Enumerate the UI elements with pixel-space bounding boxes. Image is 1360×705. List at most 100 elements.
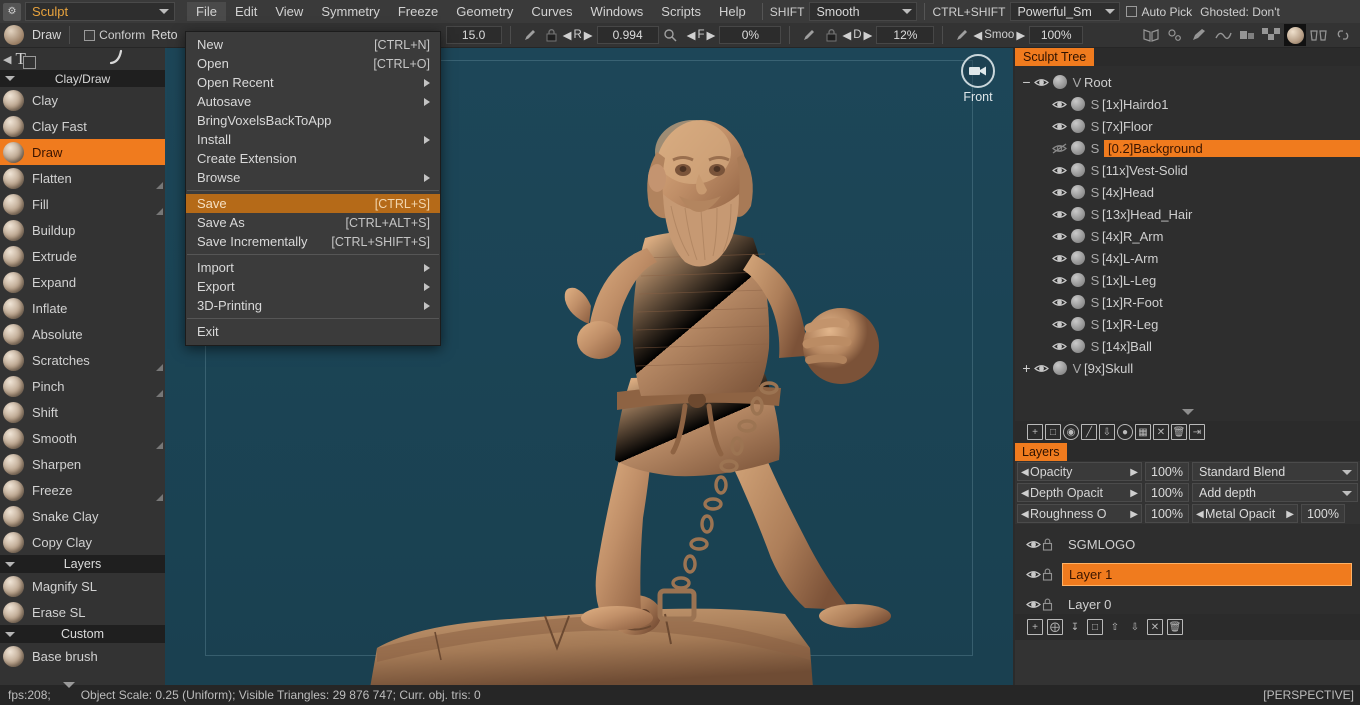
shapes-icon[interactable] [1236, 24, 1258, 46]
blend-mode-combo[interactable]: Standard Blend [1192, 462, 1358, 481]
submenu-corner-icon[interactable] [156, 364, 163, 371]
menu-geometry[interactable]: Geometry [447, 2, 522, 21]
delete-icon[interactable]: 🗑 [1171, 424, 1187, 440]
sculpt-tree-row[interactable]: S [1x]L-Leg [1015, 269, 1360, 291]
sculpt-tree-row[interactable]: + V [9x]Skull [1015, 357, 1360, 379]
file-menu-item-import[interactable]: Import [186, 258, 440, 277]
sphere-toggle-icon[interactable] [1071, 229, 1085, 243]
eye-icon[interactable] [1051, 273, 1068, 287]
file-menu-item-autosave[interactable]: Autosave [186, 92, 440, 111]
sphere-toggle-icon[interactable] [1071, 97, 1085, 111]
square-tool-icon[interactable] [22, 55, 36, 69]
hide-icon[interactable]: ╱ [1081, 424, 1097, 440]
sphere-icon[interactable]: ◉ [1063, 424, 1079, 440]
right-arrow-icon[interactable]: ▶ [1130, 467, 1138, 478]
apply-icon[interactable]: ⇥ [1189, 424, 1205, 440]
ghosted-mode-label[interactable]: Ghosted: Don't [1200, 5, 1280, 19]
sculpt-tree-row[interactable]: S [11x]Vest-Solid [1015, 159, 1360, 181]
right-arrow-icon[interactable]: ▶ [707, 28, 716, 42]
ctrlshift-brush-combo[interactable]: Powerful_Sm [1010, 2, 1121, 21]
pencil-icon[interactable] [951, 24, 973, 46]
tool-item-inflate[interactable]: Inflate [0, 295, 165, 321]
file-menu-item-save-as[interactable]: Save As [CTRL+ALT+S] [186, 213, 440, 232]
file-menu-item-export[interactable]: Export [186, 277, 440, 296]
left-arrow-icon[interactable]: ◀ [842, 28, 851, 42]
right-arrow-icon[interactable]: ▶ [1016, 28, 1025, 42]
bucket-icon[interactable] [1308, 24, 1330, 46]
brush-icon[interactable] [1188, 24, 1210, 46]
radius-value-field[interactable]: 0.994 [596, 26, 659, 44]
expand-icon[interactable]: + [1020, 361, 1033, 375]
roughness-value[interactable]: 100% [1145, 504, 1189, 523]
auto-pick-toggle[interactable]: Auto Pick [1126, 5, 1192, 19]
import-icon[interactable]: ⇩ [1099, 424, 1115, 440]
lock-icon[interactable] [541, 24, 563, 46]
depth-opacity-slider[interactable]: ◀ Depth Opacit ▶ [1017, 483, 1142, 502]
menu-help[interactable]: Help [710, 2, 755, 21]
eye-icon[interactable] [1025, 567, 1042, 581]
sphere-toggle-icon[interactable] [1071, 207, 1085, 221]
sphere-toggle-icon[interactable] [1071, 251, 1085, 265]
tool-item-erase-sl[interactable]: Erase SL [0, 599, 165, 625]
sculpt-tree-row[interactable]: S [4x]L-Arm [1015, 247, 1360, 269]
clear-layer-icon[interactable]: ✕ [1147, 619, 1163, 635]
tool-item-freeze[interactable]: Freeze [0, 477, 165, 503]
tool-item-fill[interactable]: Fill [0, 191, 165, 217]
menu-view[interactable]: View [266, 2, 312, 21]
eye-icon[interactable] [1051, 163, 1068, 177]
tool-item-extrude[interactable]: Extrude [0, 243, 165, 269]
eye-icon[interactable] [1051, 119, 1068, 133]
eye-icon[interactable] [1051, 229, 1068, 243]
tool-item-clay[interactable]: Clay [0, 87, 165, 113]
tab-layers[interactable]: Layers [1015, 443, 1067, 461]
right-arrow-icon[interactable]: ▶ [584, 28, 593, 42]
tool-item-buildup[interactable]: Buildup [0, 217, 165, 243]
group-header-clay-draw[interactable]: Clay/Draw [0, 70, 165, 87]
page-icon[interactable] [1140, 24, 1162, 46]
shift-brush-combo[interactable]: Smooth [809, 2, 918, 21]
depth-value-field[interactable]: 12% [876, 26, 935, 44]
menu-freeze[interactable]: Freeze [389, 2, 447, 21]
grid-icon[interactable]: ▦ [1135, 424, 1151, 440]
left-arrow-icon[interactable]: ◀ [1021, 488, 1029, 499]
tool-item-flatten[interactable]: Flatten [0, 165, 165, 191]
layer-list[interactable]: SGMLOGO Layer 1 Layer 0 [1015, 524, 1360, 614]
roughness-slider[interactable]: ◀ Roughness O ▶ [1017, 504, 1142, 523]
eye-icon[interactable] [1051, 317, 1068, 331]
material-sphere-icon[interactable] [1284, 24, 1306, 46]
falloff-value-field[interactable]: 0% [719, 26, 782, 44]
camera-view-widget[interactable]: Front [961, 54, 995, 104]
sphere-toggle-icon[interactable] [1071, 119, 1085, 133]
tool-item-shift[interactable]: Shift [0, 399, 165, 425]
tool-item-base-brush[interactable]: Base brush [0, 643, 165, 669]
metal-opacity-value[interactable]: 100% [1301, 504, 1345, 523]
opacity-value[interactable]: 100% [1145, 462, 1189, 481]
collapse-icon[interactable]: − [1020, 75, 1033, 89]
file-menu-item-3d-printing[interactable]: 3D-Printing [186, 296, 440, 315]
left-arrow-icon[interactable]: ◀ [1196, 509, 1204, 520]
left-arrow-icon[interactable]: ◀ [3, 53, 11, 66]
right-arrow-icon[interactable]: ▶ [1130, 488, 1138, 499]
eye-icon[interactable] [1051, 185, 1068, 199]
delete-layer-icon[interactable]: 🗑 [1167, 619, 1183, 635]
conform-toggle[interactable]: Conform [84, 28, 145, 42]
sphere-toggle-icon[interactable] [1071, 141, 1085, 155]
right-arrow-icon[interactable]: ▶ [864, 28, 873, 42]
sculpt-tree-row[interactable]: S [4x]Head [1015, 181, 1360, 203]
duplicate-layer-icon[interactable]: □ [1087, 619, 1103, 635]
lock-icon[interactable] [1042, 598, 1054, 611]
file-menu-item-new[interactable]: New [CTRL+N] [186, 35, 440, 54]
eye-icon[interactable] [1051, 251, 1068, 265]
merge-down-icon[interactable]: ↧ [1067, 619, 1083, 635]
tool-item-expand[interactable]: Expand [0, 269, 165, 295]
file-menu-item-browse[interactable]: Browse [186, 168, 440, 187]
pencil-icon[interactable] [519, 24, 541, 46]
layer-row[interactable]: Layer 1 [1015, 559, 1360, 589]
link-icon[interactable] [1332, 24, 1354, 46]
sphere-toggle-icon[interactable] [1071, 295, 1085, 309]
room-selector[interactable]: Sculpt [25, 2, 175, 21]
export-file-icon[interactable]: ✕ [1153, 424, 1169, 440]
falloff-spinner[interactable]: ◀ F ▶ [687, 28, 716, 42]
tool-item-pinch[interactable]: Pinch [0, 373, 165, 399]
curve-icon[interactable] [108, 48, 130, 71]
